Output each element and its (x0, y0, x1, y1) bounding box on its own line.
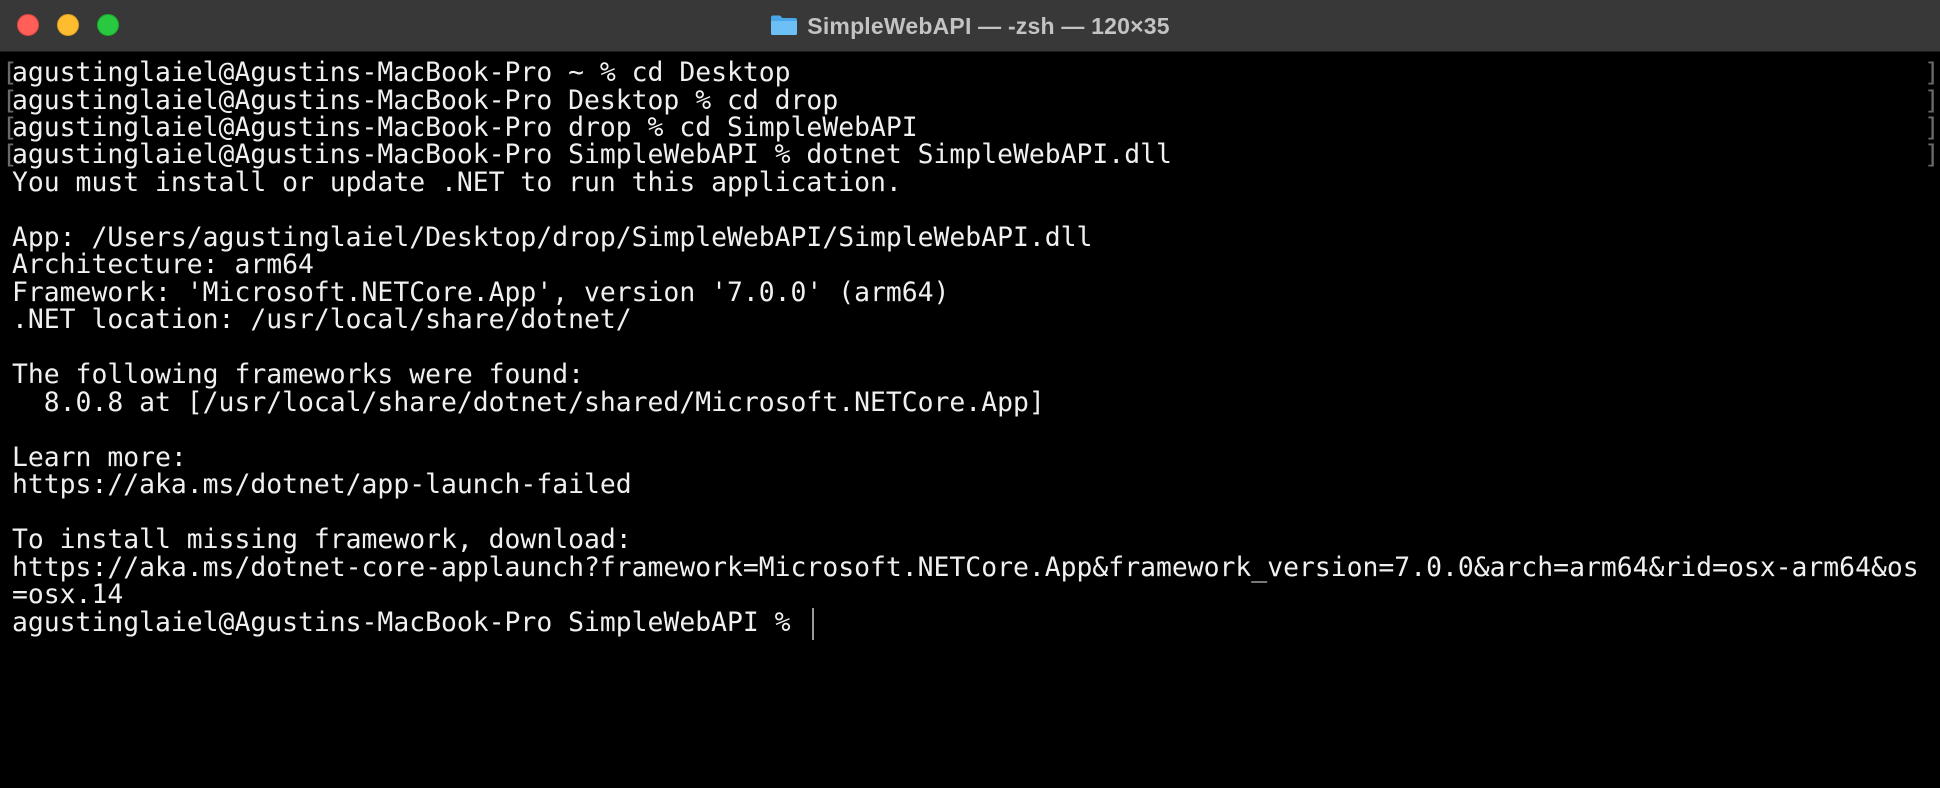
prompt-line-current[interactable]: agustinglaiel@Agustins-MacBook-Pro Simpl… (12, 606, 806, 640)
folder-icon (771, 15, 798, 35)
output-link-line[interactable]: https://aka.ms/dotnet-core-applaunch?fra… (12, 551, 1919, 585)
title-bar[interactable]: SimpleWebAPI — -zsh — 120×35 (0, 0, 1940, 52)
window-title: SimpleWebAPI — -zsh — 120×35 (807, 12, 1170, 39)
terminal-window: SimpleWebAPI — -zsh — 120×35 [ [ [ [ ] ]… (0, 0, 1940, 788)
output-line: 8.0.8 at [/usr/local/share/dotnet/shared… (12, 387, 1045, 418)
output-line: You must install or update .NET to run t… (12, 167, 902, 198)
terminal-output[interactable]: [ [ [ [ ] ] ] ] agustinglaiel@Agustins-M… (0, 52, 1940, 788)
text-cursor (812, 608, 814, 640)
output-link-line[interactable]: https://aka.ms/dotnet/app-launch-failed (12, 468, 632, 502)
line-marker-right: ] (1924, 140, 1940, 170)
window-title-area: SimpleWebAPI — -zsh — 120×35 (0, 0, 1940, 52)
output-line: .NET location: /usr/local/share/dotnet/ (12, 304, 632, 335)
